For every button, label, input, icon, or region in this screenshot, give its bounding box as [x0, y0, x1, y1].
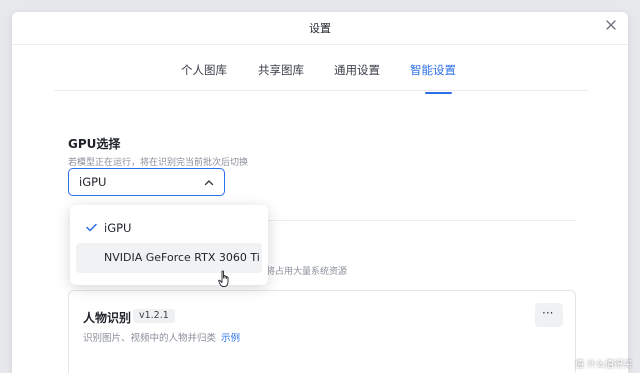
dialog-title: 设置: [309, 22, 331, 35]
gpu-section-description: 若模型正在运行，将在识别完当前批次后切换: [68, 158, 249, 168]
card-title: 人物识别: [83, 311, 132, 325]
tab-general-settings[interactable]: 通用设置: [334, 62, 380, 78]
dropdown-option-label: NVIDIA GeForce RTX 3060 Ti: [104, 251, 260, 264]
hand-cursor-icon: [218, 270, 229, 287]
chevron-up-icon: [204, 180, 214, 186]
card-description: 识别图片、视频中的人物并归类 示例: [83, 330, 240, 344]
more-options-button[interactable]: ···: [535, 303, 563, 327]
version-badge: v1.2.1: [133, 309, 175, 323]
more-icon: ···: [542, 306, 554, 320]
card-description-text: 识别图片、视频中的人物并归类: [83, 333, 217, 344]
title-bar: 设置: [12, 12, 628, 44]
tabs-divider: [54, 90, 588, 91]
person-recognition-card: 人物识别 v1.2.1 识别图片、视频中的人物并归类 示例 ···: [68, 290, 576, 373]
watermark: 值 什么值得买: [575, 360, 632, 370]
tab-smart-settings[interactable]: 智能设置: [410, 62, 456, 78]
gpu-dropdown-menu: iGPU NVIDIA GeForce RTX 3060 Ti: [70, 205, 268, 285]
close-icon: [606, 20, 616, 30]
check-icon: [86, 223, 97, 232]
active-tab-indicator: [425, 92, 452, 94]
tab-bar: 个人图库 共享图库 通用设置 智能设置: [12, 52, 628, 82]
title-divider: [12, 44, 628, 45]
dropdown-option-label: iGPU: [104, 221, 132, 235]
gpu-select[interactable]: iGPU: [68, 168, 225, 196]
tab-personal-gallery[interactable]: 个人图库: [181, 62, 227, 78]
example-link[interactable]: 示例: [221, 333, 240, 344]
dropdown-option-nvidia[interactable]: NVIDIA GeForce RTX 3060 Ti: [76, 243, 262, 273]
dropdown-option-igpu[interactable]: iGPU: [76, 213, 262, 243]
gpu-section-title: GPU选择: [68, 137, 121, 151]
gpu-select-value: iGPU: [79, 175, 107, 189]
resource-warning-text: 将占用大量系统资源: [266, 267, 348, 277]
close-button[interactable]: [604, 18, 618, 32]
tab-shared-gallery[interactable]: 共享图库: [258, 62, 304, 78]
settings-dialog: 设置 个人图库 共享图库 通用设置 智能设置 GPU选择 若模型正在运行，将在识…: [12, 12, 628, 373]
